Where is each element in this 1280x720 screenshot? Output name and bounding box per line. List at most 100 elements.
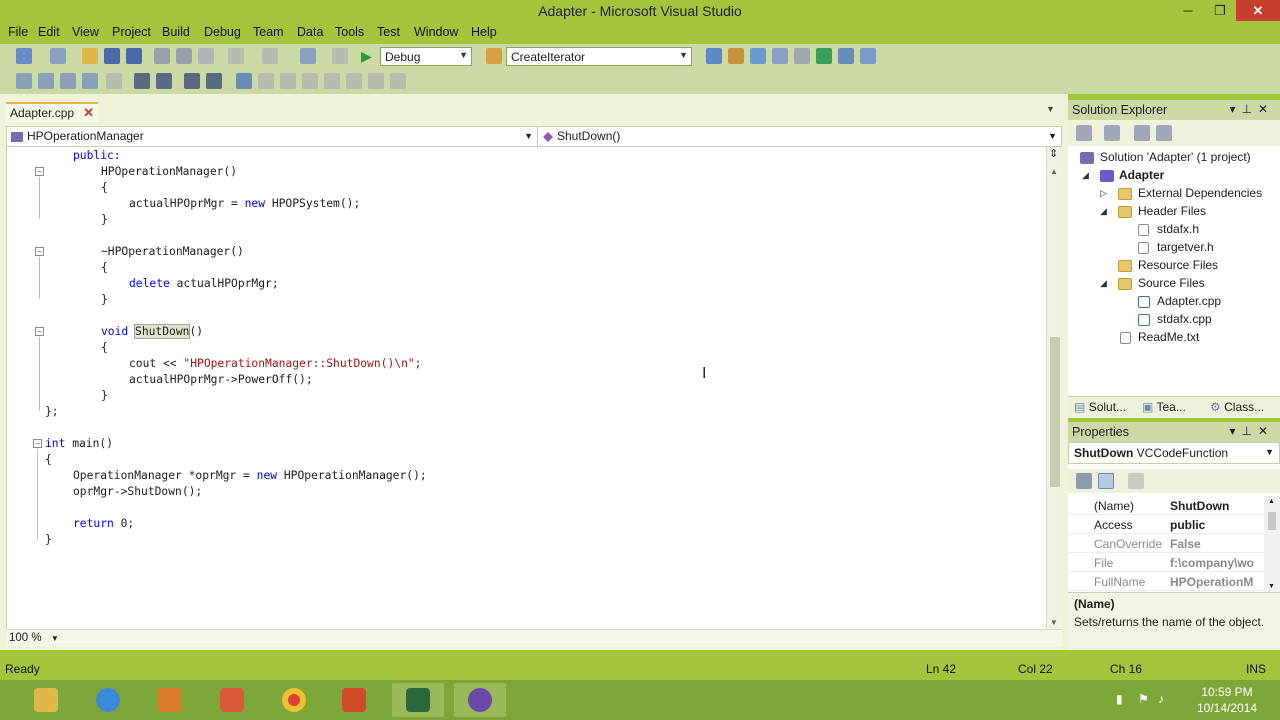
collapse-icon[interactable]: − xyxy=(35,167,44,176)
collapsed-icon[interactable]: ▷ xyxy=(1100,188,1107,199)
clock[interactable]: 10:59 PM 10/14/2014 xyxy=(1180,684,1274,716)
panel-controls[interactable]: ▾⊥✕ xyxy=(1229,102,1274,116)
property-value[interactable]: public xyxy=(1170,518,1262,532)
property-row[interactable]: File f:\company\wo xyxy=(1068,553,1264,572)
tree-item-solution[interactable]: Solution 'Adapter' (1 project) xyxy=(1100,150,1251,164)
tab-team-explorer[interactable]: ▣ Tea... xyxy=(1142,400,1186,414)
close-tab-icon[interactable]: ✕ xyxy=(83,105,94,121)
scroll-up-icon[interactable]: ▲ xyxy=(1050,167,1058,176)
minimize-button[interactable]: ─ xyxy=(1172,0,1204,21)
start-debugging-icon[interactable]: ▶ xyxy=(361,48,372,65)
property-value[interactable]: HPOperationM xyxy=(1170,575,1262,589)
menu-data[interactable]: Data xyxy=(297,25,323,39)
new-project-icon[interactable] xyxy=(16,48,32,64)
expanded-icon[interactable]: ◢ xyxy=(1082,170,1089,181)
close-button[interactable]: ✕ xyxy=(1236,0,1280,21)
tree-item-readme[interactable]: ReadMe.txt xyxy=(1138,330,1199,344)
command-window-icon[interactable] xyxy=(816,48,832,64)
tree-item-stdafx-h[interactable]: stdafx.h xyxy=(1157,222,1199,236)
tools-icon[interactable] xyxy=(794,48,810,64)
copy-icon[interactable] xyxy=(176,48,192,64)
property-value[interactable]: ShutDown xyxy=(1170,499,1262,513)
window-layout-icon[interactable] xyxy=(860,48,876,64)
alphabetical-icon[interactable] xyxy=(1098,473,1114,489)
file-explorer-task[interactable] xyxy=(20,683,72,717)
add-item-icon[interactable] xyxy=(50,48,66,64)
menu-edit[interactable]: Edit xyxy=(38,25,60,39)
object-browser-icon[interactable] xyxy=(750,48,766,64)
show-all-files-icon[interactable] xyxy=(1076,125,1092,141)
volume-icon[interactable]: ♪ xyxy=(1158,692,1164,706)
tree-item-header-files[interactable]: Header Files xyxy=(1138,204,1206,218)
scroll-up-icon[interactable]: ▲ xyxy=(1268,498,1275,505)
tab-solution-explorer[interactable]: ▤ Solut... xyxy=(1074,400,1126,414)
split-icon[interactable]: ⇕ xyxy=(1049,147,1058,160)
uncomment-icon[interactable] xyxy=(206,73,222,89)
property-value[interactable]: f:\company\wo xyxy=(1170,556,1262,570)
property-value[interactable]: False xyxy=(1170,537,1262,551)
comment-icon[interactable] xyxy=(184,73,200,89)
vertical-scrollbar[interactable]: ⇕ ▲ ▼ xyxy=(1046,147,1062,629)
undo-icon[interactable] xyxy=(228,48,244,64)
quick-info-icon[interactable] xyxy=(60,73,76,89)
cut-icon[interactable] xyxy=(154,48,170,64)
word-completion-icon[interactable] xyxy=(82,73,98,89)
expanded-icon[interactable]: ◢ xyxy=(1100,206,1107,217)
property-row[interactable]: (Name) ShutDown xyxy=(1068,496,1264,515)
menu-view[interactable]: View xyxy=(72,25,99,39)
expanded-icon[interactable]: ◢ xyxy=(1100,278,1107,289)
clear-bookmarks-icon[interactable] xyxy=(346,73,362,89)
member-combo[interactable]: ShutDown() ▼ xyxy=(543,129,1059,143)
tree-item-external-dependencies[interactable]: External Dependencies xyxy=(1138,186,1262,200)
menu-file[interactable]: File xyxy=(8,25,28,39)
previous-bookmark-icon[interactable] xyxy=(258,73,274,89)
tree-item-stdafx-cpp[interactable]: stdafx.cpp xyxy=(1157,312,1212,326)
panel-controls[interactable]: ▾⊥✕ xyxy=(1229,424,1274,438)
increase-indent-icon[interactable] xyxy=(134,73,150,89)
configuration-combo[interactable]: Debug ▼ xyxy=(380,47,472,66)
scroll-down-icon[interactable]: ▼ xyxy=(1050,618,1058,627)
decrease-indent-icon[interactable] xyxy=(106,73,122,89)
find-in-files-icon[interactable] xyxy=(486,48,502,64)
prev-bookmark-folder-icon[interactable] xyxy=(302,73,318,89)
save-all-icon[interactable] xyxy=(126,48,142,64)
property-row[interactable]: FullName HPOperationM xyxy=(1068,572,1264,591)
chrome-task[interactable] xyxy=(268,683,320,717)
toolbox-icon[interactable] xyxy=(772,48,788,64)
camtasia-task[interactable] xyxy=(392,683,444,717)
properties-scrollbar[interactable]: ▲ ▼ xyxy=(1264,496,1280,592)
paste-icon[interactable] xyxy=(198,48,214,64)
outdent-icon[interactable] xyxy=(156,73,172,89)
tree-item-targetver-h[interactable]: targetver.h xyxy=(1157,240,1214,254)
class-combo[interactable]: HPOperationManager ▼ xyxy=(11,129,535,143)
properties-icon[interactable] xyxy=(728,48,744,64)
property-row[interactable]: Access public xyxy=(1068,515,1264,534)
view-class-diagram-icon[interactable] xyxy=(1156,125,1172,141)
bookmark-icon[interactable] xyxy=(236,73,252,89)
object-selector[interactable]: ShutDown VCCodeFunction ▼ xyxy=(1068,442,1280,464)
restore-button[interactable]: ❐ xyxy=(1204,0,1236,21)
tab-class-view[interactable]: ⚙ Class... xyxy=(1210,400,1264,414)
internet-explorer-task[interactable] xyxy=(82,683,134,717)
menu-team[interactable]: Team xyxy=(253,25,284,39)
categorized-icon[interactable] xyxy=(1076,473,1092,489)
code-editor[interactable]: − − − − public: HPOperationManager() { a… xyxy=(6,147,1046,629)
tab-list-dropdown-icon[interactable]: ▼ xyxy=(1046,104,1055,114)
app-task[interactable] xyxy=(144,683,196,717)
menu-help[interactable]: Help xyxy=(471,25,497,39)
navigate-forward-icon[interactable] xyxy=(332,48,348,64)
parameter-info-icon[interactable] xyxy=(38,73,54,89)
toggle-bookmark-icon[interactable] xyxy=(368,73,384,89)
next-bookmark-folder-icon[interactable] xyxy=(324,73,340,89)
menu-test[interactable]: Test xyxy=(377,25,400,39)
properties-icon[interactable] xyxy=(1134,125,1150,141)
navigate-backward-icon[interactable] xyxy=(300,48,316,64)
refresh-icon[interactable] xyxy=(1104,125,1120,141)
network-icon[interactable]: ▮ xyxy=(1116,692,1123,706)
scroll-down-icon[interactable]: ▼ xyxy=(1268,583,1275,590)
solution-explorer-icon[interactable] xyxy=(706,48,722,64)
menu-debug[interactable]: Debug xyxy=(204,25,241,39)
extension-icon[interactable] xyxy=(838,48,854,64)
visual-studio-task[interactable] xyxy=(454,683,506,717)
collapse-icon[interactable]: − xyxy=(33,439,42,448)
